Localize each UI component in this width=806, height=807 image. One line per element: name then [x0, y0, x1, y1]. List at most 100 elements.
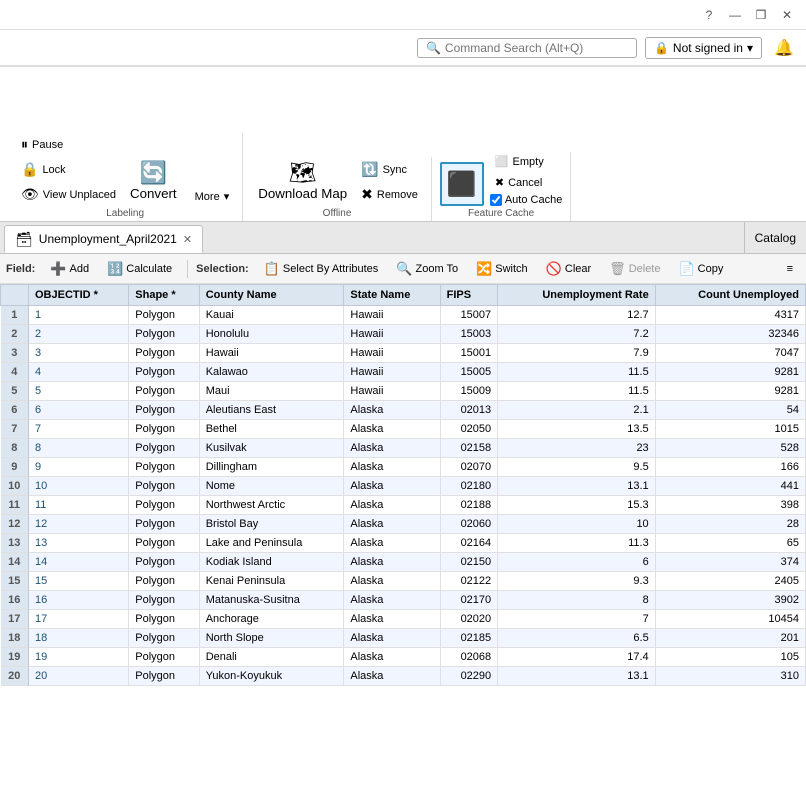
sync-icon: 🔃: [361, 161, 378, 178]
close-button[interactable]: ✕: [776, 4, 798, 26]
table-row[interactable]: 1414PolygonKodiak IslandAlaska021506374: [1, 553, 806, 572]
data-table: OBJECTID * Shape * County Name State Nam…: [0, 284, 806, 686]
auto-cache-checkbox[interactable]: Auto Cache: [490, 194, 562, 206]
lock-ribbon-icon: 🔒: [21, 161, 38, 178]
cancel-button[interactable]: ✖ Cancel: [490, 173, 562, 192]
fill-button[interactable]: ⬛: [440, 162, 484, 206]
fill-icon: ⬛: [447, 170, 477, 199]
table-row[interactable]: 88PolygonKusilvakAlaska0215823528: [1, 439, 806, 458]
table-row[interactable]: 1919PolygonDenaliAlaska0206817.4105: [1, 648, 806, 667]
catalog-tab[interactable]: Catalog: [744, 222, 806, 253]
row-num-header: [1, 285, 29, 306]
table-cell: Hawaii: [344, 363, 440, 382]
download-map-button[interactable]: 🗺 Download Map: [251, 157, 354, 206]
ribbon: ⏸ Pause 🔒 Lock 👁 View Unplaced 🔄: [0, 67, 806, 222]
table-row[interactable]: 1818PolygonNorth SlopeAlaska021856.5201: [1, 629, 806, 648]
table-cell: 10: [498, 515, 656, 534]
delete-icon: 🗑: [609, 261, 626, 277]
table-cell: 8: [29, 439, 129, 458]
clear-button[interactable]: 🚫 Clear: [539, 258, 598, 280]
table-cell: 15001: [440, 344, 498, 363]
delete-button[interactable]: 🗑 Delete: [602, 258, 667, 280]
tab-unemployment[interactable]: 🗃 Unemployment_April2021 ✕: [4, 225, 203, 253]
table-cell: Alaska: [344, 629, 440, 648]
add-field-button[interactable]: ➕ Add: [43, 258, 96, 280]
table-cell: 12: [29, 515, 129, 534]
pause-button[interactable]: ⏸ Pause: [16, 133, 121, 156]
sign-in-button[interactable]: 🔒 Not signed in ▾: [645, 37, 762, 59]
lock-button[interactable]: 🔒 Lock: [16, 158, 121, 181]
table-container[interactable]: OBJECTID * Shape * County Name State Nam…: [0, 284, 806, 807]
row-number: 20: [1, 667, 29, 686]
table-cell: Matanuska-Susitna: [199, 591, 344, 610]
table-row[interactable]: 1111PolygonNorthwest ArcticAlaska0218815…: [1, 496, 806, 515]
switch-button[interactable]: 🔀 Switch: [469, 258, 535, 280]
select-by-attributes-button[interactable]: 📋 Select By Attributes: [257, 258, 386, 280]
table-cell: Polygon: [129, 306, 199, 325]
col-count-unemployed: Count Unemployed: [655, 285, 805, 306]
table-row[interactable]: 33PolygonHawaiiHawaii150017.97047: [1, 344, 806, 363]
calculate-button[interactable]: 🔢 Calculate: [100, 258, 179, 280]
row-number: 8: [1, 439, 29, 458]
dropdown-arrow: ▾: [747, 41, 753, 55]
title-bar-controls: ? — ❒ ✕: [698, 4, 798, 26]
table-cell: 02150: [440, 553, 498, 572]
table-header: OBJECTID * Shape * County Name State Nam…: [1, 285, 806, 306]
zoom-to-button[interactable]: 🔍 Zoom To: [389, 258, 465, 280]
table-cell: 20: [29, 667, 129, 686]
row-number: 10: [1, 477, 29, 496]
copy-button[interactable]: 📄 Copy: [671, 258, 730, 280]
sync-button[interactable]: 🔃 Sync: [356, 158, 423, 181]
restore-button[interactable]: ❒: [750, 4, 772, 26]
table-row[interactable]: 1717PolygonAnchorageAlaska02020710454: [1, 610, 806, 629]
notification-button[interactable]: 🔔: [770, 34, 798, 62]
row-number: 16: [1, 591, 29, 610]
minimize-button[interactable]: —: [724, 4, 746, 26]
table-row[interactable]: 1010PolygonNomeAlaska0218013.1441: [1, 477, 806, 496]
table-row[interactable]: 99PolygonDillinghamAlaska020709.5166: [1, 458, 806, 477]
view-unplaced-button[interactable]: 👁 View Unplaced: [16, 183, 121, 206]
menu-button[interactable]: ≡: [780, 260, 800, 278]
table-cell: Bristol Bay: [199, 515, 344, 534]
table-row[interactable]: 77PolygonBethelAlaska0205013.51015: [1, 420, 806, 439]
table-cell: Alaska: [344, 496, 440, 515]
table-row[interactable]: 1616PolygonMatanuska-SusitnaAlaska021708…: [1, 591, 806, 610]
more-button[interactable]: More ▾: [190, 187, 235, 206]
table-cell: Polygon: [129, 610, 199, 629]
table-cell: Kodiak Island: [199, 553, 344, 572]
table-row[interactable]: 11PolygonKauaiHawaii1500712.74317: [1, 306, 806, 325]
table-cell: 1: [29, 306, 129, 325]
table-row[interactable]: 22PolygonHonoluluHawaii150037.232346: [1, 325, 806, 344]
table-cell: Maui: [199, 382, 344, 401]
table-row[interactable]: 1515PolygonKenai PeninsulaAlaska021229.3…: [1, 572, 806, 591]
remove-button[interactable]: ✖ Remove: [356, 183, 423, 206]
table-cell: 28: [655, 515, 805, 534]
zoom-to-icon: 🔍: [396, 261, 412, 277]
table-row[interactable]: 1212PolygonBristol BayAlaska020601028: [1, 515, 806, 534]
auto-cache-input[interactable]: [490, 194, 502, 206]
empty-button[interactable]: ⬜ Empty: [490, 152, 562, 171]
download-map-label: Download Map: [258, 186, 347, 201]
offline-stack: 🔃 Sync ✖ Remove: [356, 158, 423, 206]
table-row[interactable]: 2020PolygonYukon-KoyukukAlaska0229013.13…: [1, 667, 806, 686]
row-number: 5: [1, 382, 29, 401]
tab-close-button[interactable]: ✕: [183, 233, 192, 246]
table-cell: 10454: [655, 610, 805, 629]
table-row[interactable]: 66PolygonAleutians EastAlaska020132.154: [1, 401, 806, 420]
table-cell: 9281: [655, 382, 805, 401]
table-row[interactable]: 1313PolygonLake and PeninsulaAlaska02164…: [1, 534, 806, 553]
table-row[interactable]: 44PolygonKalawaoHawaii1500511.59281: [1, 363, 806, 382]
table-row[interactable]: 55PolygonMauiHawaii1500911.59281: [1, 382, 806, 401]
table-cell: 02290: [440, 667, 498, 686]
convert-button[interactable]: 🔄 Convert: [123, 157, 184, 206]
command-search-input[interactable]: [445, 41, 628, 55]
lock-label: Lock: [42, 164, 65, 176]
tab-strip: 🗃 Unemployment_April2021 ✕ Catalog: [0, 222, 806, 254]
col-objectid: OBJECTID *: [29, 285, 129, 306]
help-button[interactable]: ?: [698, 4, 720, 26]
table-cell: 166: [655, 458, 805, 477]
search-box[interactable]: 🔍: [417, 38, 637, 58]
view-unplaced-label: View Unplaced: [43, 189, 116, 201]
delete-label: Delete: [629, 263, 661, 275]
calculate-label: Calculate: [126, 263, 172, 275]
